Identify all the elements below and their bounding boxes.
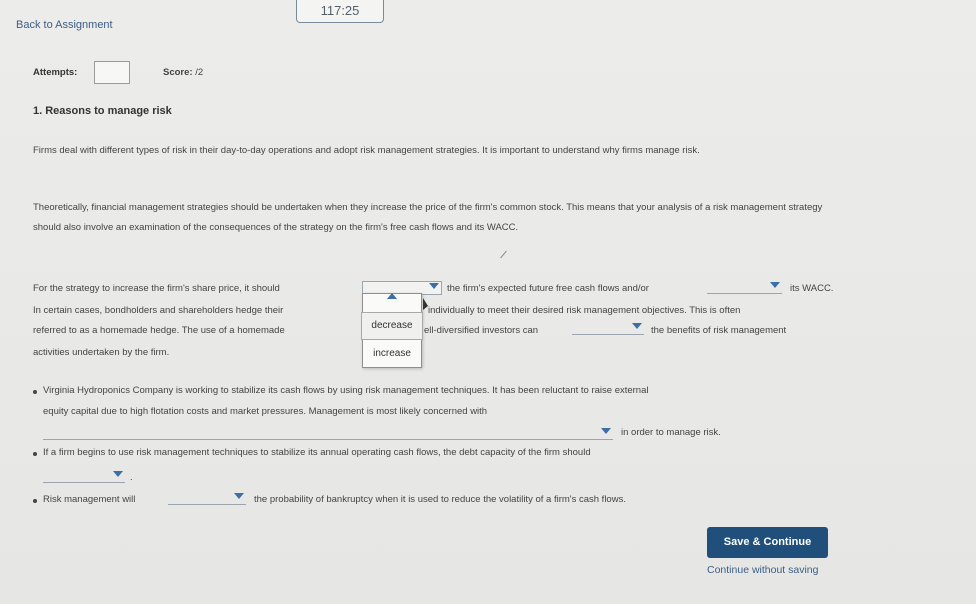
- chevron-down-icon: [429, 283, 439, 289]
- timer: 117:25: [296, 0, 384, 23]
- fill-line-1a: For the strategy to increase the firm's …: [33, 283, 280, 294]
- bullet1-line2: equity capital due to high flotation cos…: [43, 406, 488, 417]
- debt-capacity-dropdown[interactable]: [43, 470, 125, 483]
- wacc-dropdown[interactable]: [707, 281, 782, 294]
- bullet-dot: [33, 390, 37, 394]
- theory-paragraph: Theoretically, financial management stra…: [33, 202, 823, 233]
- fill-line-3a: referred to as a homemade hedge. The use…: [33, 325, 285, 336]
- bullet1-line3: in order to manage risk.: [621, 427, 721, 438]
- bullet3-b: the probability of bankruptcy when it is…: [254, 494, 626, 505]
- homemade-hedge-dropdown[interactable]: [572, 322, 644, 335]
- continue-without-saving-link[interactable]: Continue without saving: [707, 564, 819, 576]
- option-decrease[interactable]: decrease: [361, 312, 423, 340]
- mouse-pointer-icon: [423, 298, 428, 310]
- score-label: Score:: [163, 67, 193, 78]
- bankruptcy-dropdown[interactable]: [168, 492, 246, 505]
- bullet-dot: [33, 499, 37, 503]
- option-increase[interactable]: increase: [363, 346, 421, 362]
- chevron-down-icon: [601, 428, 611, 434]
- bullet2-line1: If a firm begins to use risk management …: [43, 447, 591, 458]
- back-to-assignment-link[interactable]: Back to Assignment: [16, 19, 113, 31]
- intro-paragraph: Firms deal with different types of risk …: [33, 145, 700, 156]
- fill-line-3b: ell-diversified investors can: [424, 325, 539, 336]
- score: Score: /2: [163, 67, 203, 78]
- fill-line-3c: the benefits of risk management: [651, 325, 787, 336]
- save-continue-button[interactable]: Save & Continue: [707, 527, 828, 558]
- chevron-down-icon: [113, 471, 123, 477]
- attempts-box: [94, 61, 130, 84]
- chevron-down-icon: [632, 323, 642, 329]
- flotation-dropdown[interactable]: [43, 427, 613, 440]
- bullet-dot: [33, 452, 37, 456]
- question-title: 1. Reasons to manage risk: [33, 105, 172, 117]
- fill-line-2b: individually to meet their desired risk …: [428, 305, 741, 316]
- cursor-mark: [500, 250, 507, 259]
- fill-line-4a: activities undertaken by the firm.: [33, 347, 170, 358]
- fill-line-1c: its WACC.: [790, 283, 834, 294]
- chevron-down-icon: [770, 282, 780, 288]
- fill-line-1b: the firm's expected future free cash flo…: [447, 283, 649, 294]
- fill-line-2a: In certain cases, bondholders and shareh…: [33, 305, 284, 316]
- chevron-up-icon: [387, 293, 397, 299]
- dropdown-menu: decrease increase: [361, 293, 423, 368]
- bullet1-line1: Virginia Hydroponics Company is working …: [43, 385, 649, 396]
- assignment-page: 117:25 Back to Assignment Attempts: Scor…: [0, 0, 976, 604]
- attempts-label: Attempts:: [33, 67, 78, 78]
- bullet2-end: .: [130, 472, 133, 483]
- bullet3-a: Risk management will: [43, 494, 136, 505]
- chevron-down-icon: [234, 493, 244, 499]
- score-value: /2: [195, 67, 204, 78]
